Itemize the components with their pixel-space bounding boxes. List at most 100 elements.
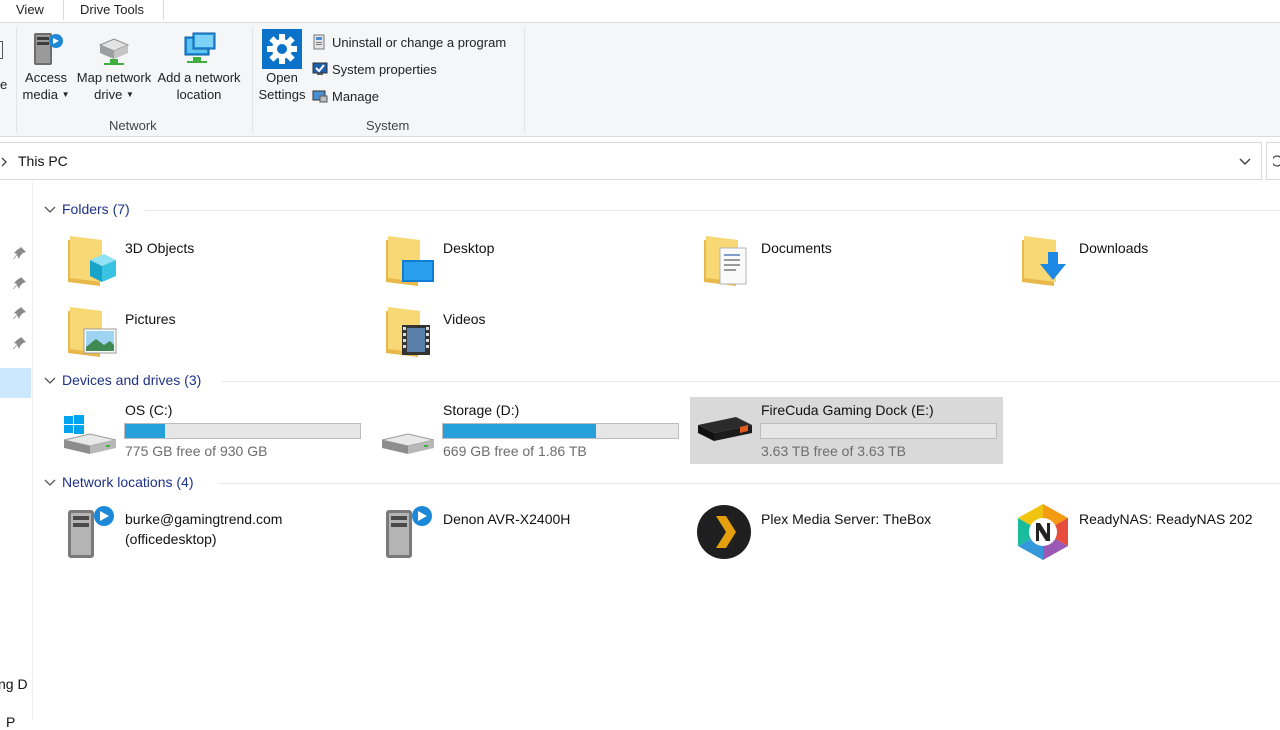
- network-item-plex[interactable]: Plex Media Server: TheBox: [696, 500, 1006, 564]
- videos-folder-icon: [386, 307, 430, 357]
- nav-item-this-pc-selected[interactable]: [0, 368, 31, 398]
- drive-item-e-selected[interactable]: FireCuda Gaming Dock (E:) 3.63 TB free o…: [690, 397, 1003, 464]
- pin-icon[interactable]: [13, 246, 27, 260]
- network-item-officedesktop[interactable]: burke@gamingtrend.com (officedesktop): [62, 500, 372, 564]
- ribbon: e Access media ▼ Map network drive ▼ Add…: [0, 22, 1280, 137]
- add-network-location-label-1: Add a network: [157, 70, 241, 85]
- uninstall-icon: [313, 34, 325, 50]
- tab-divider: [163, 0, 164, 20]
- uninstall-program-button[interactable]: Uninstall or change a program: [312, 32, 506, 54]
- tab-drive-tools[interactable]: Drive Tools: [80, 2, 144, 17]
- plex-logo-icon: [697, 505, 751, 559]
- add-network-location-label-2: location: [176, 87, 222, 102]
- access-media-label-2: media: [22, 87, 58, 102]
- group-divider: [222, 381, 1280, 382]
- folder-name: Downloads: [1079, 240, 1149, 256]
- chevron-down-icon: ▼: [61, 90, 70, 99]
- chevron-down-icon: [44, 479, 56, 486]
- drive-usage-bar: [442, 423, 679, 439]
- chevron-down-icon: [44, 377, 56, 384]
- pin-icon[interactable]: [13, 306, 27, 320]
- drive-usage-fill: [443, 424, 596, 438]
- drive-name: Storage (D:): [443, 402, 520, 418]
- ribbon-partial-icon: [0, 41, 3, 59]
- hard-drive-icon: [381, 433, 435, 454]
- network-item-name: Plex Media Server: TheBox: [761, 511, 932, 527]
- map-network-drive-button[interactable]: Map network drive ▼: [74, 29, 154, 111]
- access-media-label-1: Access: [25, 70, 67, 85]
- group-separator: [16, 27, 17, 133]
- network-item-readynas[interactable]: ReadyNAS: ReadyNAS 202: [1012, 500, 1280, 564]
- tab-view[interactable]: View: [16, 2, 44, 17]
- drive-usage-fill: [125, 424, 165, 438]
- network-heading: Network locations (4): [62, 474, 194, 490]
- network-item-name: Denon AVR-X2400H: [443, 511, 571, 527]
- folders-heading: Folders (7): [62, 201, 130, 217]
- ribbon-partial-label: e: [0, 77, 8, 92]
- pin-icon[interactable]: [13, 336, 27, 350]
- tab-divider: [63, 0, 64, 20]
- manage-button[interactable]: Manage: [312, 86, 379, 108]
- folder-name: Documents: [761, 240, 832, 256]
- folder-name: Desktop: [443, 240, 495, 256]
- media-server-icon: [386, 506, 432, 558]
- external-drive-icon: [698, 417, 752, 441]
- nav-item-partial-label[interactable]: ng D: [0, 676, 28, 692]
- group-header-devices[interactable]: Devices and drives (3): [44, 370, 201, 390]
- network-drive-icon: [98, 38, 130, 65]
- network-item-denon[interactable]: Denon AVR-X2400H: [380, 500, 690, 564]
- system-group-label: System: [366, 118, 410, 133]
- gear-icon: [262, 29, 302, 69]
- folder-item-pictures[interactable]: Pictures: [66, 303, 366, 363]
- group-header-folders[interactable]: Folders (7): [44, 199, 130, 219]
- pin-icon[interactable]: [13, 276, 27, 290]
- documents-folder-icon: [704, 236, 747, 286]
- system-properties-button[interactable]: System properties: [312, 59, 437, 81]
- refresh-button[interactable]: [1266, 142, 1280, 180]
- open-settings-label-2: Settings: [258, 87, 306, 102]
- network-location-icon: [184, 32, 216, 63]
- devices-heading: Devices and drives (3): [62, 372, 202, 388]
- network-group-label: Network: [109, 118, 157, 133]
- folder-item-documents[interactable]: Documents: [702, 232, 1002, 292]
- windows-drive-icon: [63, 415, 117, 454]
- address-bar[interactable]: This PC: [0, 142, 1262, 180]
- map-network-drive-label-1: Map network: [76, 70, 152, 85]
- drive-item-c[interactable]: OS (C:) 775 GB free of 930 GB: [58, 398, 368, 464]
- folder-item-desktop[interactable]: Desktop: [384, 232, 684, 292]
- breadcrumb-this-pc[interactable]: This PC: [18, 153, 68, 169]
- nav-item-partial-label-2[interactable]: P: [6, 714, 15, 730]
- folder-item-videos[interactable]: Videos: [384, 303, 684, 363]
- drive-item-d[interactable]: Storage (D:) 669 GB free of 1.86 TB: [376, 398, 686, 464]
- map-network-drive-label-2: drive: [94, 87, 123, 102]
- drive-free-space: 3.63 TB free of 3.63 TB: [761, 443, 907, 459]
- system-properties-label: System properties: [332, 62, 437, 77]
- group-divider: [145, 210, 1280, 211]
- group-header-network[interactable]: Network locations (4): [44, 472, 194, 492]
- network-item-name: burke@gamingtrend.com: [125, 511, 283, 527]
- drive-usage-bar: [760, 423, 997, 439]
- group-separator: [252, 27, 253, 133]
- refresh-icon: [1273, 155, 1280, 167]
- folder-item-downloads[interactable]: Downloads: [1020, 232, 1280, 292]
- chevron-down-icon[interactable]: [1238, 157, 1252, 167]
- chevron-down-icon: ▼: [125, 90, 134, 99]
- drive-usage-bar: [124, 423, 361, 439]
- chevron-down-icon: [44, 206, 56, 213]
- system-properties-icon: [312, 62, 328, 75]
- navigation-pane: ng D P: [0, 182, 33, 730]
- drive-name: FireCuda Gaming Dock (E:): [761, 402, 934, 418]
- computer-management-icon: [312, 90, 328, 103]
- open-settings-button[interactable]: Open Settings: [256, 29, 308, 111]
- media-server-icon: [34, 33, 63, 65]
- group-divider: [218, 483, 1280, 484]
- readynas-logo-icon: [1018, 504, 1068, 560]
- add-network-location-button[interactable]: Add a network location: [156, 29, 242, 111]
- drive-name: OS (C:): [125, 402, 173, 418]
- network-item-name: ReadyNAS: ReadyNAS 202: [1079, 511, 1253, 527]
- folder-name: Pictures: [125, 311, 176, 327]
- network-item-name-2: (officedesktop): [125, 531, 217, 547]
- folder-item-3d-objects[interactable]: 3D Objects: [66, 232, 366, 292]
- open-settings-label-1: Open: [266, 70, 298, 85]
- access-media-button[interactable]: Access media ▼: [20, 29, 72, 111]
